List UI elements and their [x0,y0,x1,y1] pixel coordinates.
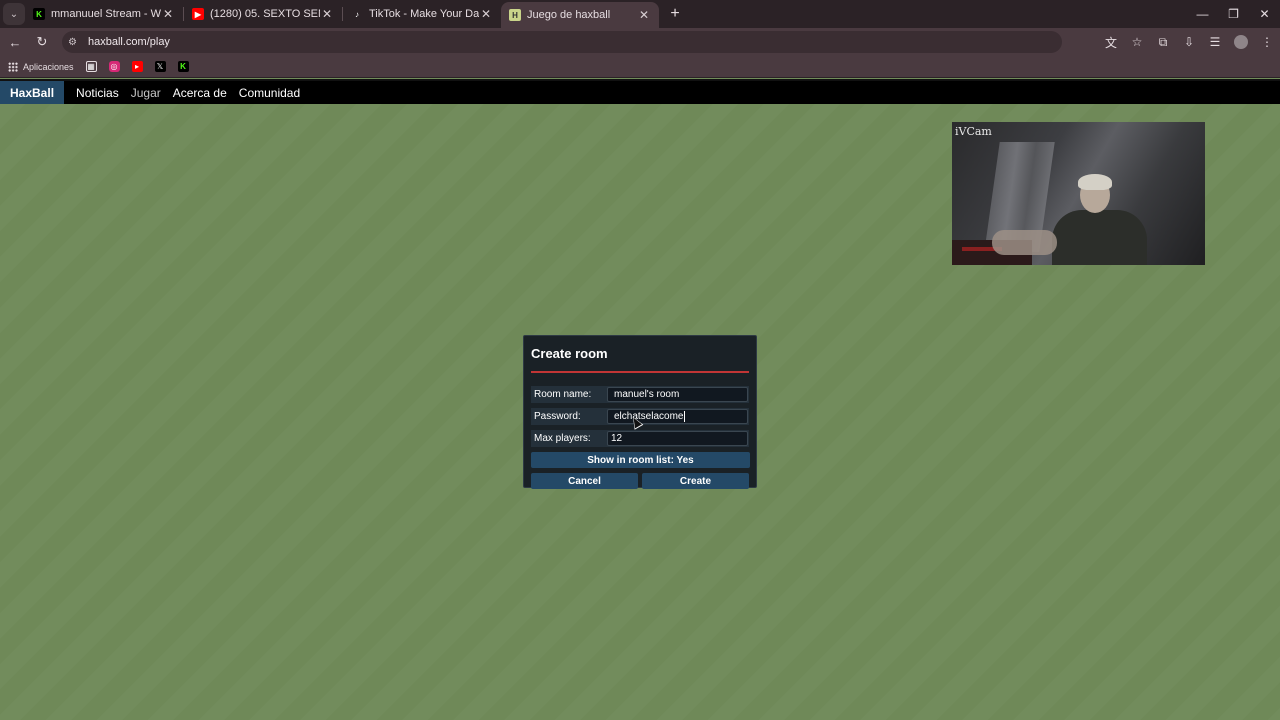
dialog-title: Create room [531,346,608,361]
password-label: Password: [534,411,581,422]
address-bar[interactable]: ⚙ haxball.com/play [62,31,1062,53]
window-controls: — ❐ ✕ [1187,0,1280,28]
cancel-button[interactable]: Cancel [531,473,638,489]
tab-youtube[interactable]: ▶ (1280) 05. SEXTO SENTIDO - R ✕ [184,0,342,28]
bookmark-youtube[interactable]: ▸ [131,61,143,72]
tab-tiktok[interactable]: ♪ TikTok - Make Your Day ✕ [343,0,501,28]
restore-icon[interactable]: ❐ [1218,0,1249,28]
room-name-label: Room name: [534,389,592,400]
webcam-label: iVCam [955,125,992,138]
new-tab-plus-icon[interactable]: + [663,5,687,23]
minimize-icon[interactable]: — [1187,0,1218,28]
x-icon: 𝕏 [154,61,166,72]
tab-kick[interactable]: K mmanuuel Stream - Watch Live ✕ [25,0,183,28]
bookmark-x[interactable]: 𝕏 [154,61,166,72]
tab-haxball[interactable]: H Juego de haxball ✕ [501,2,659,28]
bookmark-label: Aplicaciones [23,61,74,72]
browser-toolbar: ← ↻ ⚙ haxball.com/play 文 ☆ ⧉ ⇩ ☰ ⋮ [0,28,1280,56]
tab-title: Juego de haxball [527,9,611,21]
tiktok-icon: ♪ [355,9,359,19]
bookmark-kick[interactable]: K [177,61,189,72]
room-name-input[interactable]: manuel's room [607,387,748,402]
max-players-input[interactable]: 12 [607,431,748,446]
webcam-overlay: iVCam [952,122,1205,265]
haxball-icon: H [509,9,521,21]
tab-title: TikTok - Make Your Day [369,8,479,20]
translate-icon[interactable]: 文 [1098,34,1124,51]
grid-icon: ▦ [85,61,97,72]
extensions-icon[interactable]: ⧉ [1150,35,1176,50]
nav-jugar[interactable]: Jugar [131,86,161,100]
room-name-row: Room name: manuel's room [531,386,749,403]
password-value: elchatselacome [614,411,684,422]
bookmark-grid[interactable]: ▦ [85,61,97,72]
bookmark-apps[interactable]: Aplicaciones [8,61,74,72]
tab-title: (1280) 05. SEXTO SENTIDO - R [210,8,320,20]
webcam-person-hair [1078,174,1112,190]
tab-search-chevron-icon[interactable]: ⌄ [3,3,25,25]
max-players-row: Max players: 12 [531,430,749,447]
site-info-icon[interactable]: ⚙ [68,37,82,48]
window-close-icon[interactable]: ✕ [1249,0,1280,28]
url-text: haxball.com/play [88,36,170,48]
nav-acerca-de[interactable]: Acerca de [173,86,227,100]
youtube-icon: ▸ [131,61,143,72]
instagram-icon: ◎ [108,61,120,72]
kick-icon: K [33,8,45,20]
password-input[interactable]: elchatselacome [607,409,748,424]
create-button[interactable]: Create [642,473,749,489]
site-logo[interactable]: HaxBall [0,81,65,104]
apps-grid-icon [8,61,18,72]
bookmark-instagram[interactable]: ◎ [108,61,120,72]
tab-title: mmanuuel Stream - Watch Live [51,8,161,20]
room-name-value: manuel's room [614,389,680,400]
text-caret [684,411,686,422]
site-header: HaxBall Noticias Jugar Acerca de Comunid… [0,81,1280,104]
nav-noticias[interactable]: Noticias [76,86,119,100]
dialog-actions: Cancel Create [531,473,749,489]
close-icon[interactable]: ✕ [320,7,334,21]
youtube-icon: ▶ [192,8,204,20]
max-players-value: 12 [611,433,623,444]
nav-comunidad[interactable]: Comunidad [239,86,300,100]
profile-avatar[interactable] [1234,35,1248,49]
bookmark-star-icon[interactable]: ☆ [1124,35,1150,49]
create-room-dialog: Create room Room name: manuel's room Pas… [523,335,757,489]
tab-strip: ⌄ K mmanuuel Stream - Watch Live ✕ ▶ (12… [0,0,1280,28]
back-arrow-icon[interactable]: ← [3,30,27,54]
webcam-person-hands [992,230,1057,255]
webcam-person-body [1052,210,1147,265]
close-icon[interactable]: ✕ [161,7,175,21]
kebab-menu-icon[interactable]: ⋮ [1254,35,1280,49]
media-controls-icon[interactable]: ☰ [1202,35,1228,49]
downloads-icon[interactable]: ⇩ [1176,35,1202,49]
bookmarks-bar: Aplicaciones ▦ ◎ ▸ 𝕏 K [0,56,1280,78]
kick-icon: K [177,61,189,72]
reload-icon[interactable]: ↻ [30,30,54,54]
max-players-label: Max players: [534,433,591,444]
close-icon[interactable]: ✕ [637,8,651,22]
dialog-title-rule [531,371,749,373]
show-in-room-list-toggle[interactable]: Show in room list: Yes [531,452,750,468]
close-icon[interactable]: ✕ [479,7,493,21]
toolbar-actions: 文 ☆ ⧉ ⇩ ☰ ⋮ [1098,28,1280,56]
